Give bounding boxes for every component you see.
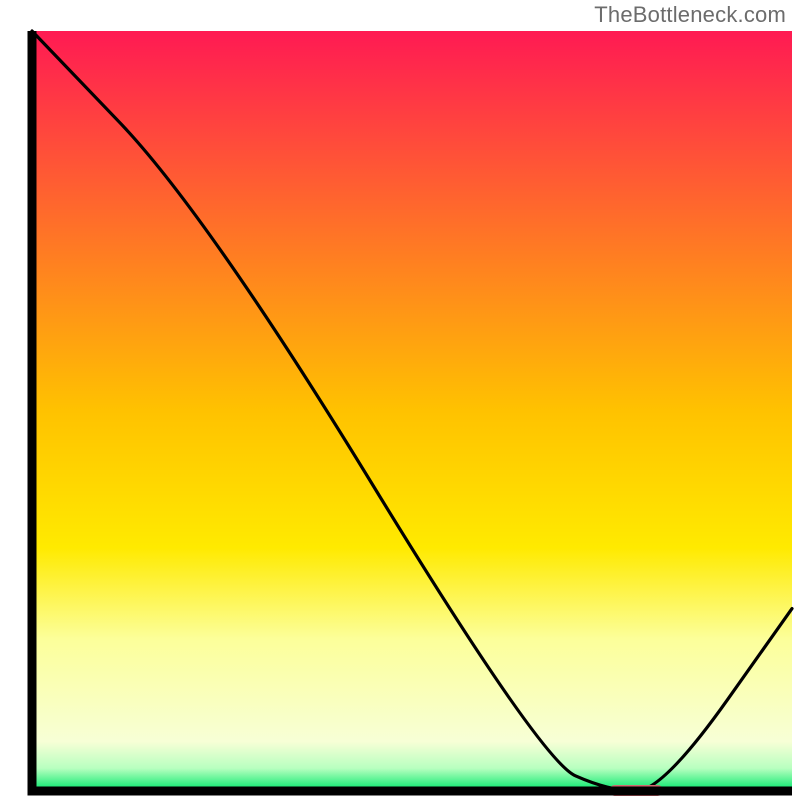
gradient-background	[32, 31, 792, 791]
chart-stage: TheBottleneck.com	[0, 0, 800, 800]
bottleneck-chart	[0, 0, 800, 800]
